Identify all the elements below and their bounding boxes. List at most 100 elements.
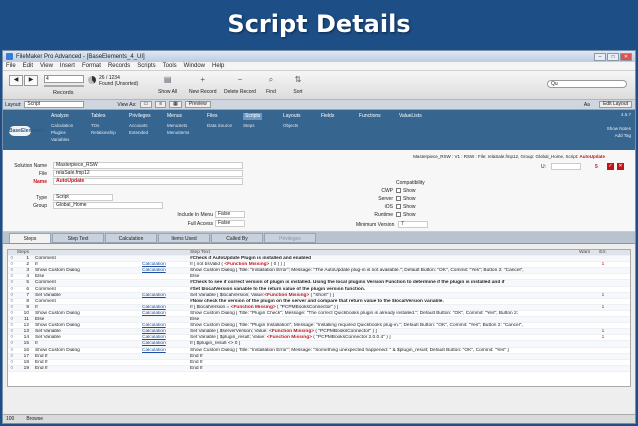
subnav-calculation[interactable]: Calculation: [51, 123, 73, 128]
edit-layout-button[interactable]: Edit Layout: [598, 101, 632, 108]
menu-format[interactable]: Format: [82, 63, 101, 69]
calculation-link[interactable]: Calculation: [142, 305, 190, 310]
tab-calculation[interactable]: Calculation: [105, 233, 157, 243]
menu-window[interactable]: Window: [184, 63, 205, 69]
add-tag-button[interactable]: Add Tag: [615, 133, 631, 138]
delete-icon[interactable]: ✕: [617, 163, 624, 170]
subnav-accounts[interactable]: Accounts: [129, 123, 148, 128]
sort-button[interactable]: ⇅ Sort: [292, 75, 304, 95]
subnav-steps[interactable]: Steps: [243, 123, 255, 128]
minimize-icon[interactable]: –: [594, 52, 606, 61]
row-select-icon[interactable]: ○: [8, 305, 16, 310]
tab-items-used[interactable]: Items Used: [158, 233, 210, 243]
show-notes-button[interactable]: Show Notes: [607, 126, 631, 131]
view-form-button[interactable]: ▭: [139, 101, 153, 108]
row-select-icon[interactable]: ○: [8, 335, 16, 340]
checkbox-icon[interactable]: [396, 212, 401, 218]
row-select-icon[interactable]: ○: [8, 341, 16, 346]
group-field[interactable]: Global_Home: [53, 202, 163, 209]
row-select-icon[interactable]: ○: [8, 262, 16, 267]
tab-scripts[interactable]: Scripts: [243, 113, 263, 120]
next-record-icon[interactable]: ▶: [24, 75, 38, 86]
calculation-link[interactable]: Calculation: [142, 323, 190, 328]
tab-menus[interactable]: Menus: [167, 113, 182, 120]
calculation-link[interactable]: Calculation: [142, 348, 190, 353]
tab-files[interactable]: Files: [207, 113, 218, 120]
compat-ios[interactable]: iOS Show: [373, 204, 416, 210]
tab-steps[interactable]: Steps: [9, 233, 51, 243]
subnav-data-source[interactable]: Data Source: [207, 123, 232, 128]
layout-select[interactable]: Script: [24, 101, 85, 108]
row-select-icon[interactable]: ○: [8, 311, 16, 316]
maximize-icon[interactable]: □: [607, 52, 619, 61]
calculation-link[interactable]: [142, 299, 190, 304]
col-warn[interactable]: Warn: [579, 250, 597, 255]
name-field[interactable]: AutoUpdate: [53, 178, 243, 185]
menu-help[interactable]: Help: [212, 63, 224, 69]
full-access-field[interactable]: False: [215, 220, 245, 227]
calculation-link[interactable]: Calculation: [142, 341, 190, 346]
calculation-link[interactable]: Calculation: [142, 335, 190, 340]
row-select-icon[interactable]: ○: [8, 360, 16, 365]
solution-name-field[interactable]: Masterpiece_RSW: [53, 162, 243, 169]
subnav-extended[interactable]: Extended: [129, 130, 148, 135]
checkbox-icon[interactable]: [396, 196, 401, 202]
quick-find-input[interactable]: Qu: [547, 80, 627, 88]
menu-file[interactable]: File: [6, 63, 16, 69]
row-select-icon[interactable]: ○: [8, 317, 16, 322]
new-record-button[interactable]: + New Record: [189, 75, 217, 95]
check-icon[interactable]: ✓: [607, 163, 614, 170]
compat-server[interactable]: Server Show: [373, 196, 415, 202]
col-step-text[interactable]: Step Text: [190, 250, 579, 255]
prev-record-icon[interactable]: ◀: [9, 75, 23, 86]
calculation-link[interactable]: Calculation: [142, 329, 190, 334]
row-select-icon[interactable]: ○: [8, 354, 16, 359]
include-in-menu-field[interactable]: False: [215, 211, 245, 218]
calculation-link[interactable]: [142, 317, 190, 322]
menu-edit[interactable]: Edit: [23, 63, 33, 69]
row-select-icon[interactable]: ○: [8, 366, 16, 371]
row-select-icon[interactable]: ○: [8, 287, 16, 292]
delete-record-button[interactable]: − Delete Record: [224, 75, 256, 95]
row-select-icon[interactable]: ○: [8, 293, 16, 298]
row-select-icon[interactable]: ○: [8, 348, 16, 353]
tab-called-by[interactable]: Called By: [211, 233, 263, 243]
subnav-menuitems[interactable]: MenuItems: [167, 130, 189, 135]
col-err[interactable]: Err.: [597, 250, 609, 255]
calculation-link[interactable]: [142, 354, 190, 359]
checkbox-icon[interactable]: [396, 188, 401, 194]
row-select-icon[interactable]: ○: [8, 268, 16, 273]
calculation-link[interactable]: Calculation: [142, 268, 190, 273]
calculation-link[interactable]: Calculation: [142, 262, 190, 267]
menu-tools[interactable]: Tools: [163, 63, 177, 69]
tab-functions[interactable]: Functions: [359, 113, 381, 120]
current-record-input[interactable]: 4: [44, 75, 84, 83]
id-field[interactable]: [551, 163, 581, 170]
preview-button[interactable]: Preview: [184, 101, 211, 108]
row-select-icon[interactable]: ○: [8, 256, 16, 261]
minimum-version-field[interactable]: 7: [398, 221, 428, 228]
find-button[interactable]: ⌕ Find: [265, 75, 277, 95]
subnav-menusets[interactable]: MenuSets: [167, 123, 187, 128]
subnav-variables[interactable]: Variables: [51, 137, 69, 142]
menu-records[interactable]: Records: [108, 63, 130, 69]
calculation-link[interactable]: [142, 280, 190, 285]
subnav-plugins[interactable]: Plugins: [51, 130, 66, 135]
tab-step-text[interactable]: Step Text: [52, 233, 104, 243]
tab-tables[interactable]: Tables: [91, 113, 105, 120]
type-field[interactable]: Script: [53, 194, 113, 201]
menu-view[interactable]: View: [40, 63, 53, 69]
view-list-button[interactable]: ≡: [155, 101, 167, 108]
row-select-icon[interactable]: ○: [8, 280, 16, 285]
calculation-link[interactable]: [142, 274, 190, 279]
tab-fields[interactable]: Fields: [321, 113, 334, 120]
subnav-tos[interactable]: TOs: [91, 123, 99, 128]
row-select-icon[interactable]: ○: [8, 329, 16, 334]
mode-label[interactable]: Browse: [26, 416, 43, 422]
col-steps[interactable]: Steps: [16, 250, 32, 255]
menu-insert[interactable]: Insert: [60, 63, 75, 69]
tab-layouts[interactable]: Layouts: [283, 113, 301, 120]
view-table-button[interactable]: ▦: [169, 101, 182, 108]
tab-privileges[interactable]: Privileges: [129, 113, 151, 120]
calculation-link[interactable]: Calculation: [142, 293, 190, 298]
